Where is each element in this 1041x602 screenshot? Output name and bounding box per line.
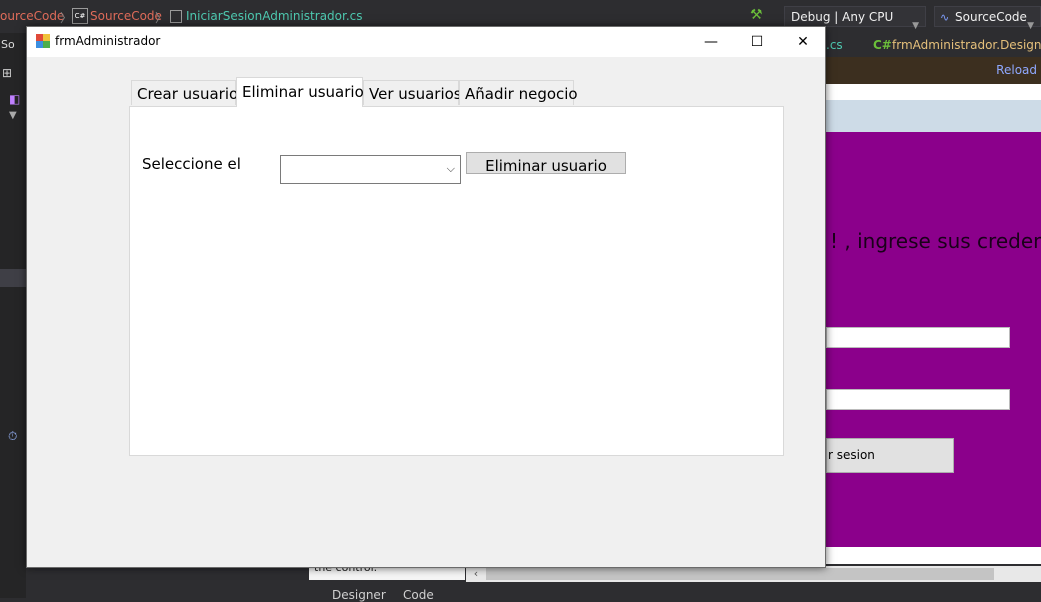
delete-user-button[interactable]: Eliminar usuario (466, 152, 626, 174)
code-view-tab[interactable]: Code (403, 588, 434, 602)
minimize-button[interactable]: — (688, 27, 734, 57)
tab-ver-usuarios[interactable]: Ver usuarios (363, 80, 462, 105)
app-icon (36, 34, 50, 48)
ide-reload-bar: Reload (826, 57, 1041, 84)
designer-form-titlebar (826, 100, 1041, 132)
close-button[interactable]: ✕ (780, 27, 826, 57)
designer-login-label: r sesion (828, 448, 875, 462)
doc-tab-designer[interactable]: frmAdministrador.Designer.c (892, 38, 1041, 52)
ide-document-tabs: .cs C# frmAdministrador.Designer.c (826, 33, 1041, 57)
window-title: frmAdministrador (55, 34, 161, 48)
selected-row-indicator (0, 269, 26, 287)
build-hammer-icon[interactable]: ⚒ (750, 7, 763, 23)
tab-eliminar-usuario[interactable]: Eliminar usuario (236, 77, 364, 107)
breadcrumb-solution[interactable]: ourceCode (0, 9, 64, 23)
toolbox-icon[interactable]: ◧ (9, 92, 20, 106)
close-icon: ✕ (797, 34, 809, 50)
tab-anadir-negocio[interactable]: Añadir negocio (459, 80, 578, 105)
solution-explorer-icon[interactable]: ⊞ (2, 66, 12, 80)
left-tab-fragment[interactable]: So (1, 38, 15, 51)
admin-window: frmAdministrador — ☐ ✕ Crear usuario Eli… (26, 26, 826, 568)
designer-user-field[interactable] (826, 327, 1010, 348)
scroll-left-icon[interactable]: ‹ (468, 566, 484, 582)
doc-tab-fragment[interactable]: .cs (826, 38, 843, 52)
tab-crear-usuario[interactable]: Crear usuario (131, 80, 238, 105)
chevron-down-icon: ⌵ (446, 162, 455, 175)
breadcrumb-project[interactable]: SourceCode (90, 9, 162, 23)
breadcrumb-separator: 〉 (60, 11, 73, 25)
file-icon (170, 10, 182, 23)
csharp-project-icon: C# (72, 8, 88, 24)
project-icon: ∿ (940, 11, 950, 24)
clock-icon[interactable]: ⏱ (8, 429, 17, 444)
user-combobox[interactable]: ⌵ (280, 155, 461, 184)
csharp-file-icon: C# (873, 38, 892, 52)
startup-project-label: SourceCode (955, 10, 1027, 24)
minimize-icon: — (704, 34, 718, 50)
designer-welcome-text: ! , ingrese sus credencia (830, 229, 1041, 253)
config-label: Debug | Any CPU (791, 10, 894, 24)
breadcrumb-file[interactable]: IniciarSesionAdministrador.cs (186, 9, 363, 23)
reload-link[interactable]: Reload (996, 63, 1037, 77)
config-dropdown[interactable]: Debug | Any CPU ▼ (784, 6, 926, 31)
breadcrumb-separator: 〉 (155, 11, 168, 25)
designer-password-field[interactable] (826, 389, 1010, 410)
designer-view-tab[interactable]: Designer (332, 588, 386, 602)
window-titlebar[interactable]: frmAdministrador — ☐ ✕ (27, 27, 825, 57)
ide-left-toolbar: So ⊞ ◧ ▼ ⏱ (0, 33, 26, 598)
maximize-button[interactable]: ☐ (734, 27, 780, 57)
designer-login-button[interactable]: r sesion (826, 438, 954, 473)
startup-project-dropdown[interactable]: ∿ SourceCode ▼ (934, 6, 1041, 31)
select-user-label: Seleccione el (142, 155, 241, 173)
maximize-icon: ☐ (750, 34, 764, 50)
chevron-down-icon[interactable]: ▼ (9, 110, 17, 121)
scrollbar-thumb[interactable] (486, 568, 994, 580)
